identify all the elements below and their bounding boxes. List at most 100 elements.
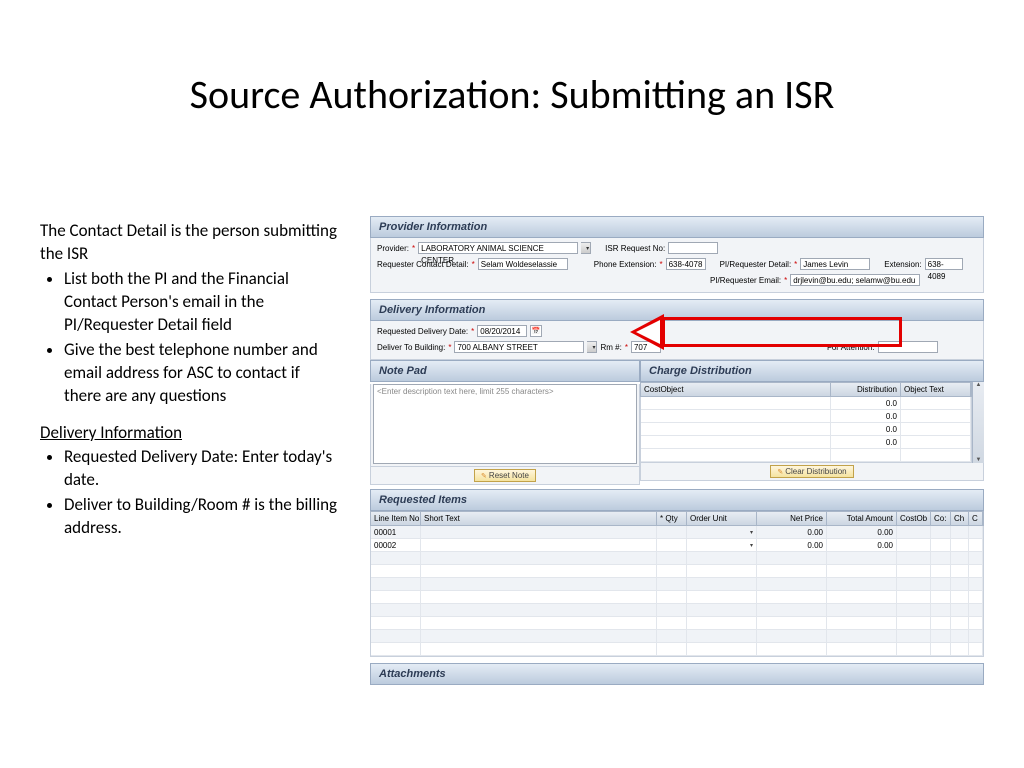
- pi-label: PI/Requester Detail:: [720, 260, 792, 269]
- col-costob: CostOb: [897, 512, 931, 525]
- dist-cell[interactable]: 0.0: [831, 397, 901, 409]
- intro-text: The Contact Detail is the person submitt…: [40, 220, 340, 266]
- shorttext-cell[interactable]: [421, 526, 657, 538]
- dropdown-icon[interactable]: [587, 341, 597, 353]
- total-cell: 0.00: [827, 539, 897, 551]
- charge-header: Charge Distribution: [640, 360, 984, 382]
- required-asterisk: *: [448, 343, 451, 352]
- required-asterisk: *: [472, 260, 475, 269]
- required-asterisk: *: [625, 343, 628, 352]
- scrollbar[interactable]: ▲▼: [972, 382, 984, 463]
- date-label: Requested Delivery Date:: [377, 327, 468, 336]
- ext-input[interactable]: 638-4089: [925, 258, 963, 270]
- room-input[interactable]: 707: [631, 341, 661, 353]
- cost-cell[interactable]: [641, 423, 831, 435]
- attn-label: For Attention:: [827, 343, 875, 352]
- contact-label: Requester Contact Detail:: [377, 260, 469, 269]
- obj-cell[interactable]: [901, 436, 971, 448]
- reset-note-button[interactable]: ✎Reset Note: [474, 469, 536, 482]
- requested-header: Requested Items: [370, 489, 984, 511]
- cost-cell[interactable]: [641, 436, 831, 448]
- provider-header: Provider Information: [370, 216, 984, 238]
- table-row[interactable]: 00002 ▾ 0.00 0.00: [371, 539, 983, 552]
- dist-cell[interactable]: 0.0: [831, 410, 901, 422]
- shorttext-cell[interactable]: [421, 539, 657, 551]
- requested-grid: 00001 ▾ 0.00 0.00 00002 ▾ 0.00 0.00: [370, 526, 984, 657]
- col-cos: Co:: [931, 512, 951, 525]
- phone-input[interactable]: 638-4078: [666, 258, 706, 270]
- bullet: Give the best telephone number and email…: [64, 339, 340, 408]
- pi-email-input[interactable]: drjlevin@bu.edu; selamw@bu.edu: [790, 274, 920, 286]
- required-asterisk: *: [784, 276, 787, 285]
- qty-cell[interactable]: [657, 526, 687, 538]
- bldg-label: Deliver To Building:: [377, 343, 445, 352]
- delivery-header: Delivery Information: [370, 299, 984, 321]
- obj-cell[interactable]: [901, 423, 971, 435]
- table-row[interactable]: 00001 ▾ 0.00 0.00: [371, 526, 983, 539]
- provider-dropdown[interactable]: LABORATORY ANIMAL SCIENCE CENTER: [418, 242, 578, 254]
- delivery-subhead: Delivery Information: [40, 422, 340, 445]
- bullet: Requested Delivery Date: Enter today's d…: [64, 446, 340, 492]
- instructions-panel: The Contact Detail is the person submitt…: [40, 220, 340, 554]
- dropdown-icon[interactable]: ▾: [750, 542, 753, 549]
- col-netprice: Net Price: [757, 512, 827, 525]
- unit-cell[interactable]: ▾: [687, 539, 757, 551]
- dropdown-icon[interactable]: ▾: [750, 529, 753, 536]
- attachments-header: Attachments: [370, 663, 984, 685]
- notepad-header: Note Pad: [370, 360, 640, 382]
- clear-distribution-button[interactable]: ✎Clear Distribution: [770, 465, 853, 478]
- col-total: Total Amount: [827, 512, 897, 525]
- form-screenshot: Provider Information Provider:* LABORATO…: [370, 216, 984, 685]
- contact-input[interactable]: Selam Woldeselassie: [478, 258, 568, 270]
- required-asterisk: *: [659, 260, 662, 269]
- col-objecttext: Object Text: [901, 383, 971, 396]
- lineno-cell: 00002: [371, 539, 421, 551]
- col-qty: * Qty: [657, 512, 687, 525]
- lineno-cell: 00001: [371, 526, 421, 538]
- isr-label: ISR Request No:: [605, 244, 665, 253]
- net-cell[interactable]: 0.00: [757, 539, 827, 551]
- requested-columns: Line Item No Short Text * Qty Order Unit…: [370, 511, 984, 526]
- calendar-icon[interactable]: 📅: [530, 325, 542, 337]
- dist-cell[interactable]: 0.0: [831, 436, 901, 448]
- pencil-icon: ✎: [777, 469, 783, 476]
- net-cell[interactable]: 0.00: [757, 526, 827, 538]
- obj-cell[interactable]: [901, 410, 971, 422]
- pi-input[interactable]: James Levin: [800, 258, 870, 270]
- col-costobject: CostObject: [641, 383, 831, 396]
- obj-cell[interactable]: [901, 397, 971, 409]
- total-cell: 0.00: [827, 526, 897, 538]
- date-input[interactable]: 08/20/2014: [477, 325, 527, 337]
- col-unit: Order Unit: [687, 512, 757, 525]
- cost-cell[interactable]: [641, 410, 831, 422]
- col-c: C: [969, 512, 983, 525]
- page-title: Source Authorization: Submitting an ISR: [0, 70, 1024, 119]
- bullet: List both the PI and the Financial Conta…: [64, 268, 340, 337]
- charge-grid: 0.0 0.0 0.0 0.0: [640, 397, 972, 463]
- ext-label: Extension:: [884, 260, 921, 269]
- dropdown-icon[interactable]: [581, 242, 591, 254]
- phone-label: Phone Extension:: [594, 260, 657, 269]
- scroll-down-icon[interactable]: ▼: [976, 457, 982, 463]
- qty-cell[interactable]: [657, 539, 687, 551]
- required-asterisk: *: [471, 327, 474, 336]
- delivery-body: Requested Delivery Date:* 08/20/2014 📅 D…: [370, 321, 984, 360]
- isr-input[interactable]: [668, 242, 718, 254]
- pencil-icon: ✎: [481, 473, 487, 480]
- required-asterisk: *: [794, 260, 797, 269]
- room-label: Rm #:: [600, 343, 621, 352]
- cost-cell[interactable]: [641, 397, 831, 409]
- scroll-up-icon[interactable]: ▲: [976, 382, 982, 388]
- attn-input[interactable]: [878, 341, 938, 353]
- bullet: Deliver to Building/Room # is the billin…: [64, 494, 340, 540]
- notepad-textarea[interactable]: <Enter description text here, limit 255 …: [373, 384, 637, 464]
- unit-cell[interactable]: ▾: [687, 526, 757, 538]
- bldg-dropdown[interactable]: 700 ALBANY STREET: [454, 341, 584, 353]
- pi-email-label: PI/Requester Email:: [710, 276, 781, 285]
- provider-label: Provider:: [377, 244, 409, 253]
- col-ch: Ch: [951, 512, 969, 525]
- provider-body: Provider:* LABORATORY ANIMAL SCIENCE CEN…: [370, 238, 984, 293]
- required-asterisk: *: [412, 244, 415, 253]
- dist-cell[interactable]: 0.0: [831, 423, 901, 435]
- col-shorttext: Short Text: [421, 512, 657, 525]
